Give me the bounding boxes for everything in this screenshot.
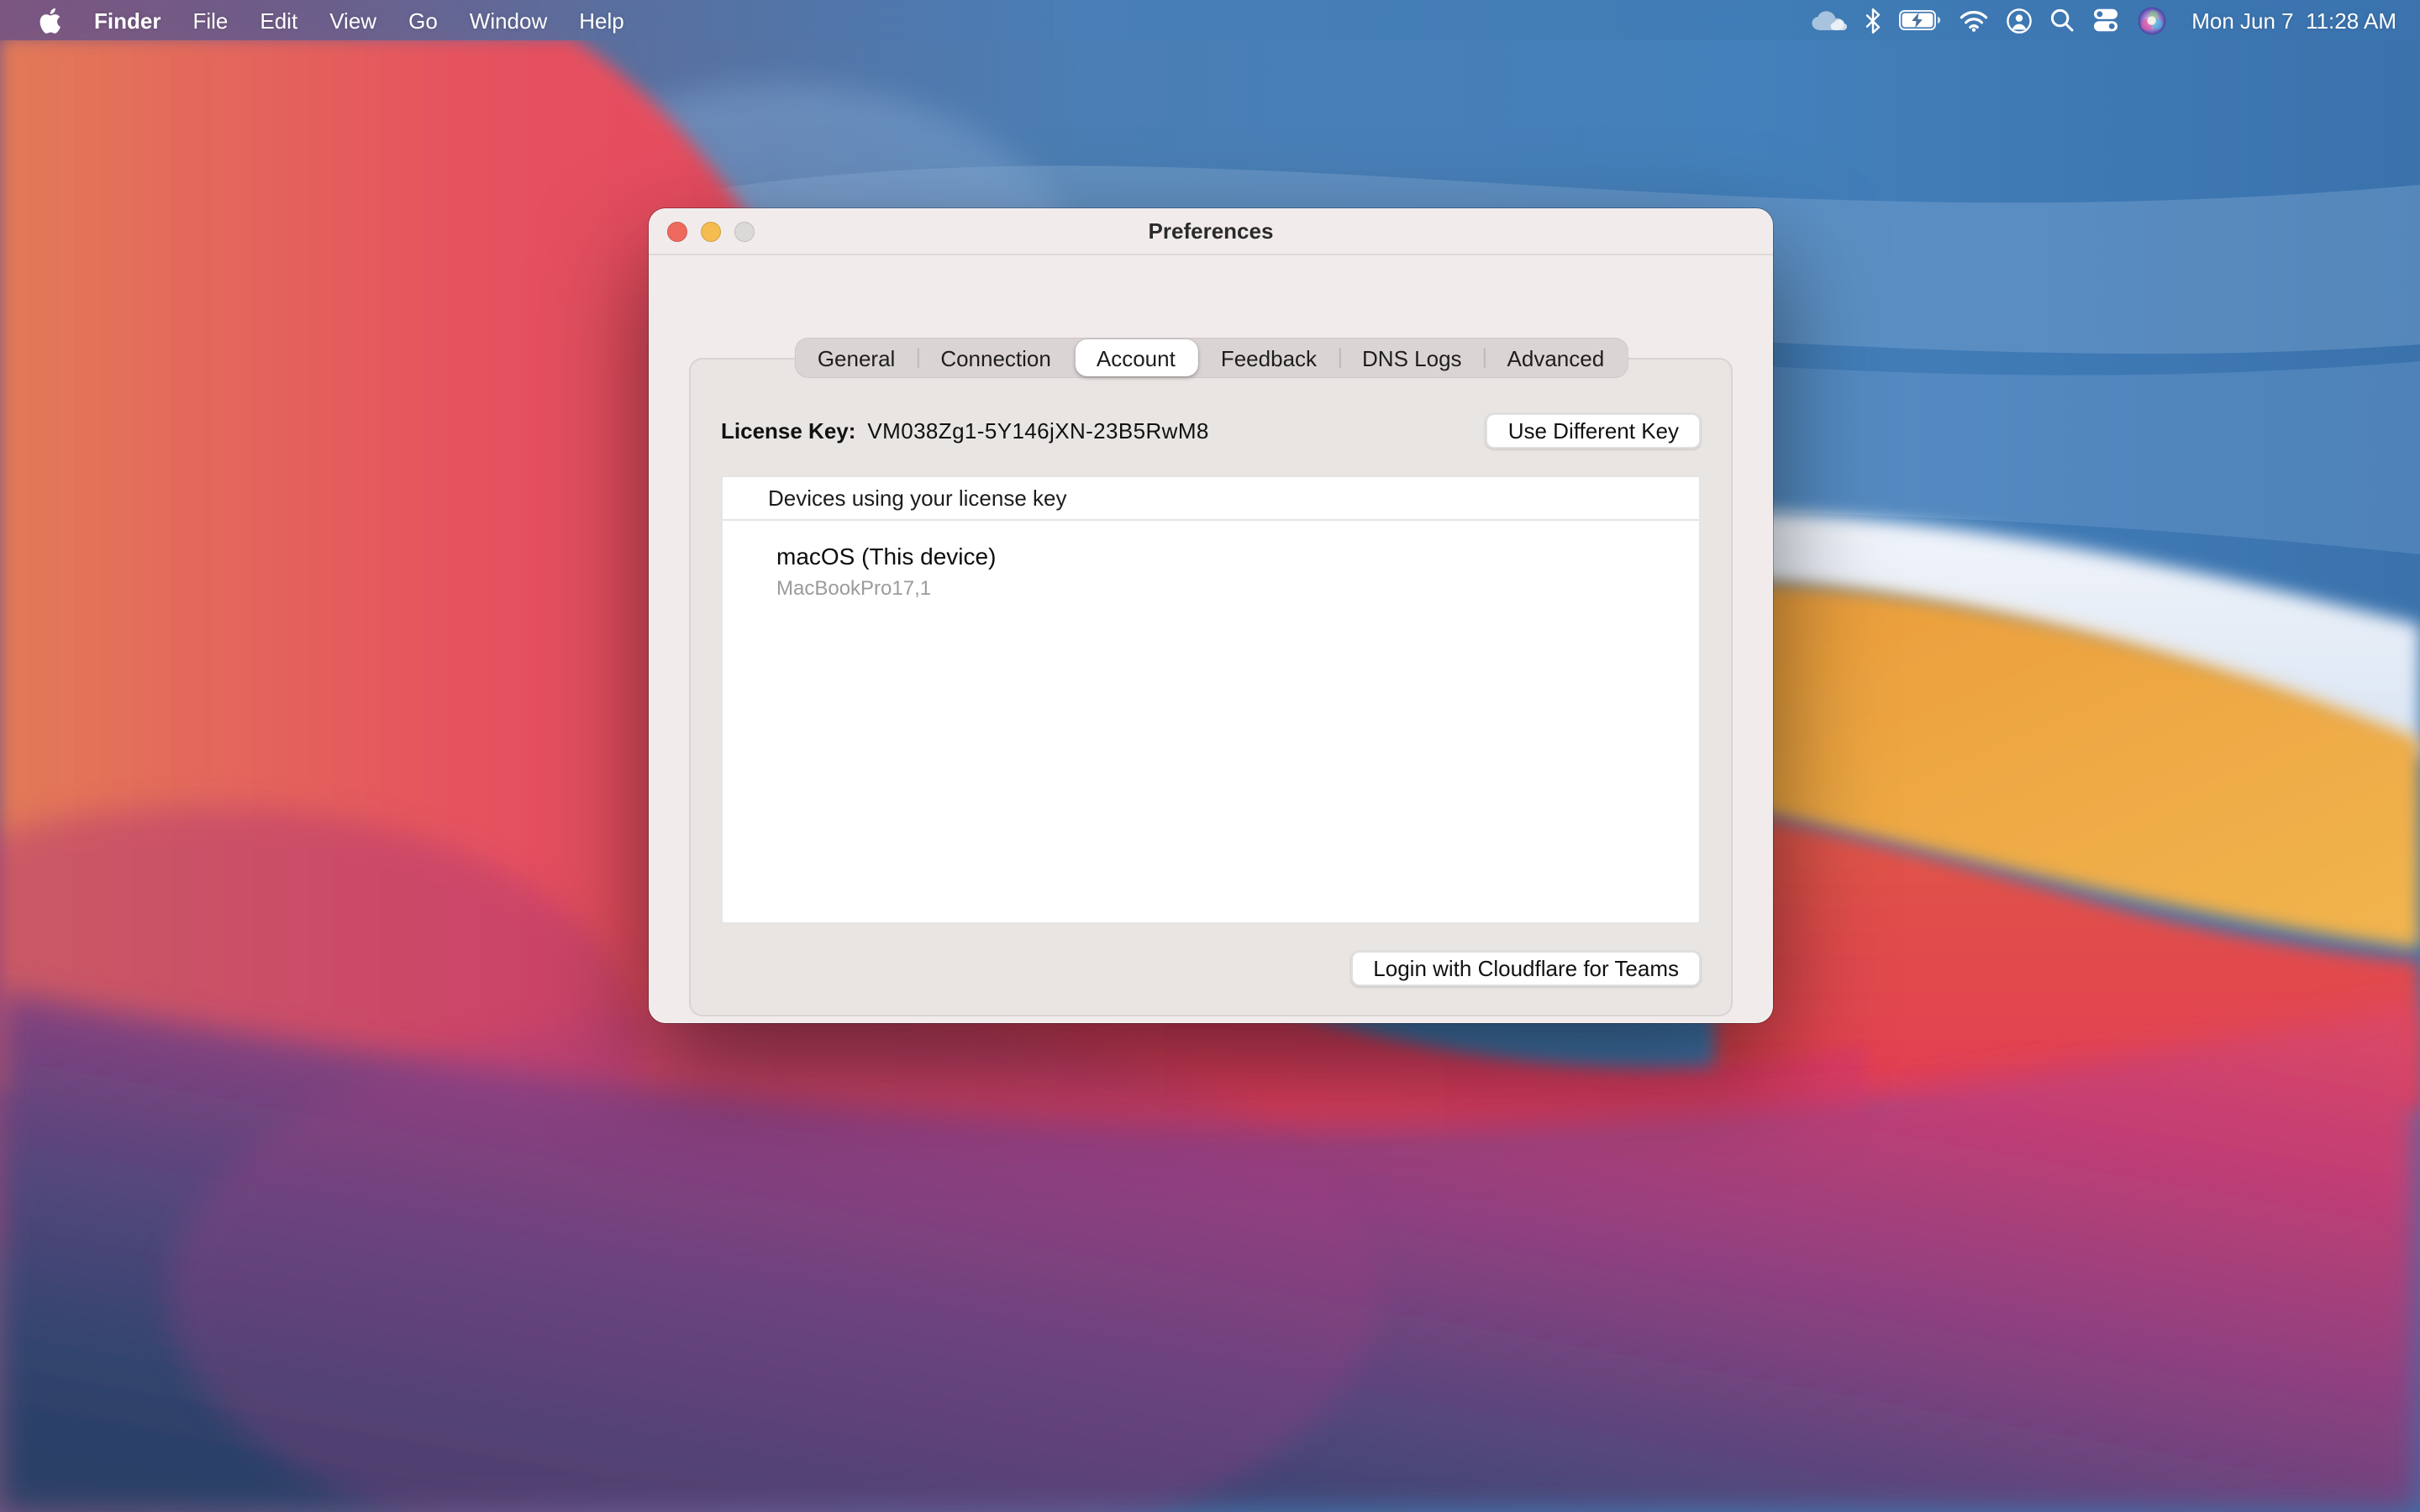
window-title: Preferences xyxy=(1149,218,1274,244)
tab-feedback[interactable]: Feedback xyxy=(1199,339,1339,376)
license-key-label: License Key: xyxy=(721,417,855,443)
devices-panel-header: Devices using your license key xyxy=(723,477,1699,521)
device-name: macOS (This device) xyxy=(776,543,1699,570)
tab-account[interactable]: Account xyxy=(1075,339,1197,376)
menu-item-finder[interactable]: Finder xyxy=(94,8,160,33)
apple-menu[interactable] xyxy=(37,0,62,40)
menu-bar-clock[interactable]: Mon Jun 7 11:28 AM xyxy=(2191,8,2396,33)
devices-panel: Devices using your license key macOS (Th… xyxy=(721,475,1701,924)
window-content: General Connection Account Feedback DNS … xyxy=(649,255,1773,1023)
siri-icon[interactable] xyxy=(2138,0,2166,40)
tab-dns-logs[interactable]: DNS Logs xyxy=(1340,339,1484,376)
cloudflare-cloud-icon[interactable] xyxy=(1810,0,1847,40)
menu-item-file[interactable]: File xyxy=(192,8,228,33)
desktop: Finder File Edit View Go Window Help xyxy=(0,0,2420,1512)
traffic-lights xyxy=(667,208,755,255)
apple-logo-icon xyxy=(37,6,62,34)
menu-item-go[interactable]: Go xyxy=(408,8,438,33)
wifi-icon[interactable] xyxy=(1960,0,1988,40)
control-center-icon[interactable] xyxy=(2092,0,2119,40)
tab-connection[interactable]: Connection xyxy=(918,339,1073,376)
spotlight-search-icon[interactable] xyxy=(2050,0,2074,40)
zoom-button-disabled xyxy=(734,222,755,242)
preferences-tab-bar: General Connection Account Feedback DNS … xyxy=(794,338,1628,378)
tab-advanced[interactable]: Advanced xyxy=(1486,339,1627,376)
bluetooth-icon[interactable] xyxy=(1865,0,1881,40)
login-with-cloudflare-teams-button[interactable]: Login with Cloudflare for Teams xyxy=(1351,951,1701,986)
preferences-window: Preferences General Connection Account F… xyxy=(649,208,1773,1023)
menu-item-edit[interactable]: Edit xyxy=(260,8,297,33)
close-button[interactable] xyxy=(667,222,687,242)
login-row: Login with Cloudflare for Teams xyxy=(721,951,1701,986)
window-title-bar[interactable]: Preferences xyxy=(649,208,1773,255)
menu-item-help[interactable]: Help xyxy=(579,8,624,33)
use-different-key-button[interactable]: Use Different Key xyxy=(1486,412,1701,448)
menu-bar: Finder File Edit View Go Window Help xyxy=(0,0,2420,40)
menu-item-window[interactable]: Window xyxy=(470,8,548,33)
tab-general[interactable]: General xyxy=(796,339,918,376)
menu-item-view[interactable]: View xyxy=(329,8,376,33)
license-key-row: License Key: VM038Zg1-5Y146jXN-23B5RwM8 … xyxy=(721,412,1701,449)
user-account-icon[interactable] xyxy=(2007,0,2032,40)
device-list-item: macOS (This device) MacBookPro17,1 xyxy=(723,521,1699,600)
account-tab-panel: License Key: VM038Zg1-5Y146jXN-23B5RwM8 … xyxy=(689,358,1733,1016)
minimize-button[interactable] xyxy=(701,222,721,242)
battery-charging-icon[interactable] xyxy=(1899,0,1941,40)
license-key-value: VM038Zg1-5Y146jXN-23B5RwM8 xyxy=(867,417,1208,443)
device-model: MacBookPro17,1 xyxy=(776,576,1699,600)
